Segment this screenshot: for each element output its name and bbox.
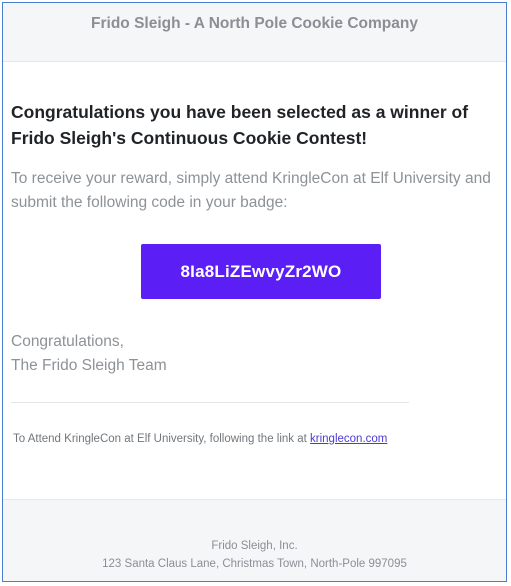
reward-code-button[interactable]: 8Ia8LiZEwvyZr2WO: [141, 244, 381, 299]
attend-text: To Attend KringleCon at Elf University, …: [13, 433, 311, 445]
footer-company: Frido Sleigh, Inc.: [211, 540, 298, 552]
signoff-greeting: Congratulations,: [11, 333, 124, 350]
email-header: Frido Sleigh - A North Pole Cookie Compa…: [3, 3, 506, 62]
email-footer: Frido Sleigh, Inc. 123 Santa Claus Lane,…: [3, 499, 506, 581]
reward-instructions: To receive your reward, simply attend Kr…: [11, 170, 491, 211]
signoff-team: The Frido Sleigh Team: [11, 357, 167, 374]
content-divider: [11, 402, 409, 403]
congratulations-headline: Congratulations you have been selected a…: [11, 102, 469, 148]
header-title: Frido Sleigh - A North Pole Cookie Compa…: [91, 15, 418, 32]
footer-address: 123 Santa Claus Lane, Christmas Town, No…: [102, 558, 407, 570]
signoff: Congratulations, The Frido Sleigh Team: [11, 330, 167, 378]
kringlecon-link[interactable]: kringlecon.com: [310, 433, 387, 445]
email-frame: Frido Sleigh - A North Pole Cookie Compa…: [2, 2, 507, 582]
attend-note: To Attend KringleCon at Elf University, …: [13, 431, 387, 447]
